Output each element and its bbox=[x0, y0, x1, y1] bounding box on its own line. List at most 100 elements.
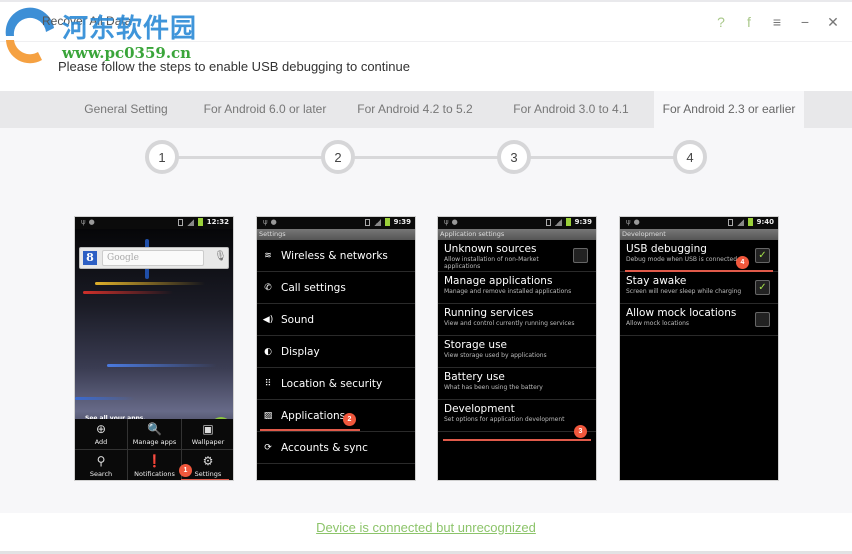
settings-item: ◀) Sound bbox=[257, 304, 415, 336]
step-4: 4 bbox=[673, 140, 707, 174]
checkbox-unchecked bbox=[755, 312, 770, 327]
watermark-text: 河东软件园 bbox=[62, 14, 198, 44]
sd-icon bbox=[177, 218, 183, 226]
clock: 9:39 bbox=[393, 218, 411, 226]
menu-item-manage-apps: 🔍 Manage apps bbox=[128, 419, 182, 450]
status-bar: ψ● 9:39 bbox=[438, 217, 596, 229]
phone-screenshot-settings: ψ● 9:39 Settings ≋ Wireless & networks ✆ C… bbox=[256, 216, 416, 481]
setting-title: Storage use bbox=[444, 339, 508, 351]
setting-item: Running services View and control current… bbox=[438, 304, 596, 336]
step-badge-4: 4 bbox=[736, 256, 749, 269]
highlight-underline bbox=[181, 479, 229, 480]
setting-title: Battery use bbox=[444, 371, 505, 383]
phone-screenshot-development: ψ● 9:40 Development USB debugging Debug m… bbox=[619, 216, 779, 481]
setting-summary: What has been using the battery bbox=[444, 384, 543, 391]
setting-item: Manage applications Manage and remove ins… bbox=[438, 272, 596, 304]
setting-summary: View and control currently running servi… bbox=[444, 320, 575, 327]
menu-item-search: ⚲ Search bbox=[75, 450, 128, 480]
instruction-text: Please follow the steps to enable USB de… bbox=[58, 59, 410, 74]
setting-development: Development Set options for application d… bbox=[438, 400, 596, 432]
light-streak bbox=[107, 364, 217, 367]
checkbox-unchecked bbox=[573, 248, 588, 263]
settings-item: ≋ Wireless & networks bbox=[257, 240, 415, 272]
highlight-underline bbox=[260, 429, 360, 431]
tab-android-4-2-to-5-2[interactable]: For Android 4.2 to 5.2 bbox=[342, 91, 488, 128]
tab-android-6-or-later[interactable]: For Android 6.0 or later bbox=[188, 91, 342, 128]
android-version-tabs: General Setting For Android 6.0 or later… bbox=[0, 91, 852, 128]
signal-icon bbox=[554, 218, 562, 226]
signal-icon bbox=[736, 218, 744, 226]
setting-allow-mock-locations: Allow mock locations Allow mock locations bbox=[620, 304, 778, 336]
menu-label: Wallpaper bbox=[191, 438, 225, 446]
setting-summary: Allow mock locations bbox=[626, 320, 690, 327]
setting-summary: Debug mode when USB is connected bbox=[626, 256, 738, 263]
add-icon: ⊕ bbox=[95, 422, 107, 436]
status-bar: ψ● 12:32 bbox=[75, 217, 233, 229]
google-icon: 8 bbox=[83, 251, 97, 265]
setting-summary: Screen will never sleep while charging bbox=[626, 288, 742, 295]
setting-item: Storage use View storage used by applicat… bbox=[438, 336, 596, 368]
tab-android-2-3-or-earlier[interactable]: For Android 2.3 or earlier bbox=[654, 91, 804, 128]
status-bar: ψ● 9:39 bbox=[257, 217, 415, 229]
light-streak bbox=[75, 397, 135, 400]
tab-general-setting[interactable]: General Setting bbox=[64, 91, 188, 128]
menu-label: Notifications bbox=[134, 470, 175, 478]
google-search-field: Google bbox=[102, 250, 204, 266]
battery-icon bbox=[747, 218, 753, 226]
checkbox-checked: ✓ bbox=[755, 280, 770, 295]
step-badge-1: 1 bbox=[179, 464, 192, 477]
battery-icon bbox=[384, 218, 390, 226]
step-connector bbox=[354, 156, 502, 159]
menu-label: Add bbox=[94, 438, 108, 446]
settings-item: ⟳ Accounts & sync bbox=[257, 432, 415, 464]
microphone-icon: 🎙 bbox=[214, 251, 227, 262]
menu-label: Manage apps bbox=[132, 438, 177, 446]
sd-icon bbox=[364, 218, 370, 226]
manage-apps-icon: 🔍 bbox=[147, 422, 162, 436]
close-icon[interactable]: ✕ bbox=[826, 14, 840, 30]
settings-icon: ⚙ bbox=[202, 454, 214, 468]
tab-android-3-0-to-4-1[interactable]: For Android 3.0 to 4.1 bbox=[488, 91, 654, 128]
screen-title: Application settings bbox=[438, 229, 596, 240]
step-connector bbox=[530, 156, 676, 159]
minimize-icon[interactable]: − bbox=[798, 14, 812, 30]
step-3: 3 bbox=[497, 140, 531, 174]
signal-icon bbox=[186, 218, 194, 226]
usb-icon: ψ● bbox=[263, 218, 280, 226]
menu-label: Settings bbox=[194, 470, 222, 478]
menu-label: Search bbox=[89, 470, 113, 478]
step-badge-3: 3 bbox=[574, 425, 587, 438]
usb-icon: ψ● bbox=[626, 218, 643, 226]
highlight-underline bbox=[443, 439, 591, 441]
setting-item: Battery use What has been using the batte… bbox=[438, 368, 596, 400]
setting-summary: Allow installation of non-Market applica… bbox=[444, 256, 539, 270]
menu-item-notifications: ❗ Notifications bbox=[128, 450, 182, 480]
settings-item-label: Display bbox=[281, 345, 320, 358]
battery-icon bbox=[197, 218, 203, 226]
settings-item-label: Applications bbox=[281, 409, 346, 422]
setting-unknown-sources: Unknown sources Allow installation of non… bbox=[438, 240, 596, 272]
checkbox-checked: ✓ bbox=[755, 248, 770, 263]
sync-icon: ⟳ bbox=[264, 442, 272, 453]
search-icon: ⚲ bbox=[96, 454, 106, 468]
window-controls: ? f ≡ − ✕ bbox=[714, 14, 840, 31]
settings-item-applications: ▨ Applications bbox=[257, 400, 415, 432]
help-icon[interactable]: ? bbox=[714, 14, 728, 30]
menu-item-add: ⊕ Add bbox=[75, 419, 128, 450]
status-bar: ψ● 9:40 bbox=[620, 217, 778, 229]
step-indicator: 1 2 3 4 bbox=[0, 140, 852, 174]
wallpaper-icon: ▣ bbox=[202, 422, 214, 436]
setting-summary: View storage used by applications bbox=[444, 352, 547, 359]
display-icon: ◐ bbox=[264, 346, 272, 357]
sd-icon bbox=[727, 218, 733, 226]
notifications-icon: ❗ bbox=[147, 454, 162, 468]
step-badge-2: 2 bbox=[343, 413, 356, 426]
device-status-link[interactable]: Device is connected but unrecognized bbox=[0, 520, 852, 535]
phone-screenshot-home: ψ● 12:32 See all your apps. ▪▪▪▪ 8 Googl… bbox=[74, 216, 234, 481]
screen-title: Development bbox=[620, 229, 778, 240]
sd-icon bbox=[545, 218, 551, 226]
facebook-icon[interactable]: f bbox=[742, 14, 756, 30]
settings-item-label: Accounts & sync bbox=[281, 441, 368, 454]
menu-icon[interactable]: ≡ bbox=[770, 14, 784, 30]
google-search-widget: 8 Google 🎙 bbox=[79, 247, 229, 269]
